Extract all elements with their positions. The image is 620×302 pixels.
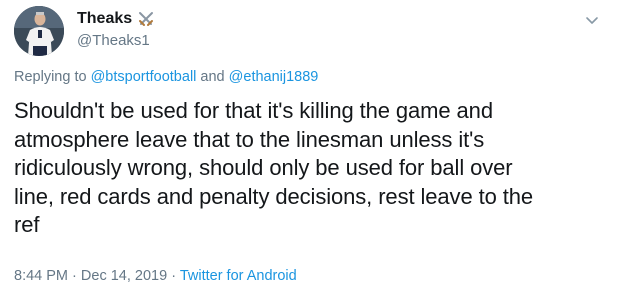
reply-prefix: Replying to — [14, 69, 87, 85]
tweet-source-link[interactable]: Twitter for Android — [180, 268, 297, 284]
avatar-image — [14, 6, 64, 56]
user-handle[interactable]: @Theaks1 — [77, 32, 150, 49]
tweet-card: Theaks @Theaks1 Replying to @btsportfoot… — [0, 0, 620, 302]
display-name[interactable]: Theaks — [77, 10, 132, 28]
reply-conjunction: and — [200, 69, 225, 85]
tweet-text-line: atmosphere leave that to the linesman un… — [14, 126, 485, 152]
tweet-time[interactable]: 8:44 PM — [14, 268, 68, 284]
name-row: Theaks — [77, 10, 155, 28]
tweet-text-line: ridiculously wrong, should only be used … — [14, 155, 513, 180]
meta-separator: · — [171, 268, 177, 284]
tweet-date[interactable]: Dec 14, 2019 — [81, 268, 167, 284]
tweet-text-line: line, red cards and penalty decisions, r… — [14, 183, 534, 209]
tweet-text-line: Shouldn't be used for that it's killing … — [14, 98, 493, 123]
chevron-down-icon[interactable] — [584, 12, 600, 28]
tweet-text-line: ref — [14, 212, 40, 237]
crossed-swords-icon — [137, 10, 155, 28]
tweet-text: Shouldn't be used for that it's killing … — [14, 97, 604, 240]
reply-context: Replying to @btsportfootball and @ethani… — [14, 69, 318, 85]
tweet-meta: 8:44 PM · Dec 14, 2019 · Twitter for And… — [14, 268, 297, 284]
meta-separator: · — [72, 268, 77, 284]
avatar[interactable] — [14, 6, 64, 56]
mention-link[interactable]: @ethanij1889 — [229, 69, 319, 85]
mention-link[interactable]: @btsportfootball — [91, 69, 197, 85]
